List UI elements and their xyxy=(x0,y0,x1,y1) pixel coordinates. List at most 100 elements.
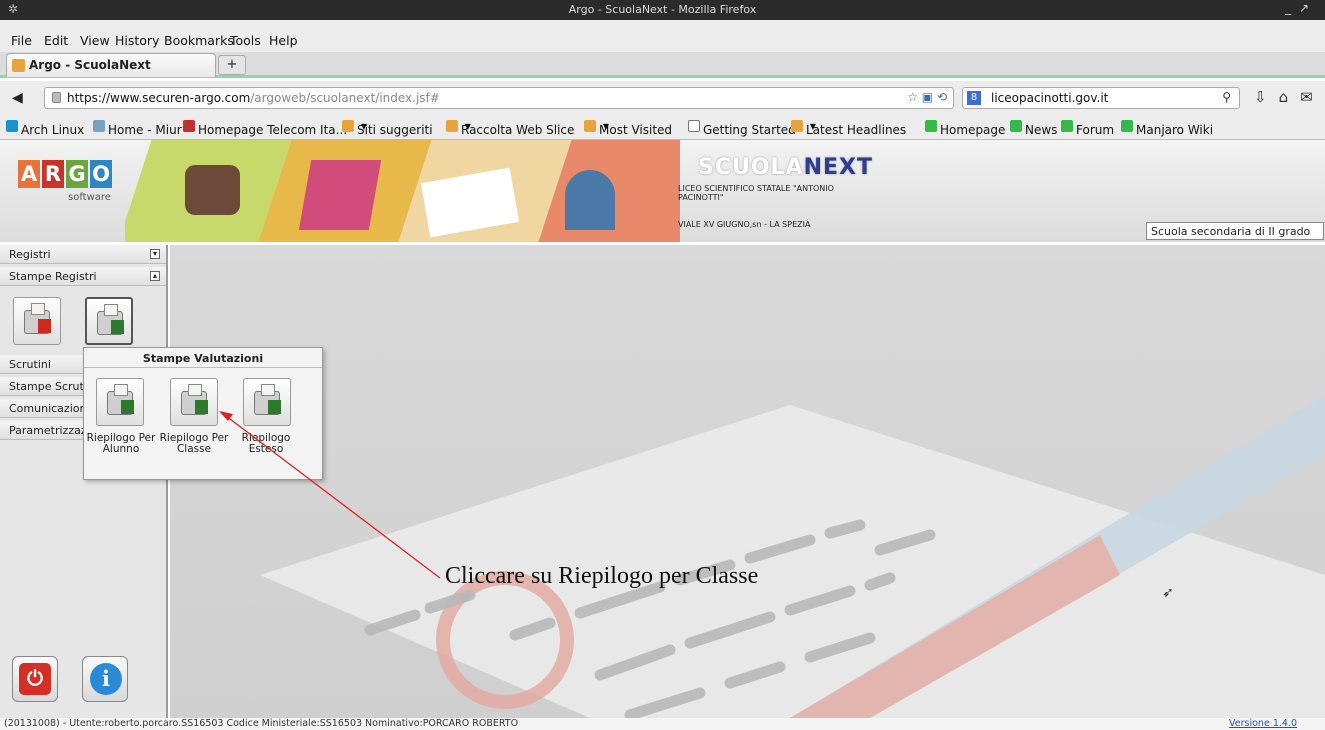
bookmark-item[interactable]: Home - Miur xyxy=(93,119,182,137)
bookmark-label: Homepage xyxy=(940,123,1006,137)
menu-edit[interactable]: Edit xyxy=(44,33,68,48)
product-name-b: NEXT xyxy=(803,155,874,180)
argo-logo: A R G O xyxy=(18,160,112,188)
window-titlebar: ✲ Argo - ScuolaNext - Mozilla Firefox _ … xyxy=(0,0,1325,20)
search-engine-icon[interactable]: 8 xyxy=(967,91,981,105)
chevron-up-icon[interactable]: ▴ xyxy=(150,271,160,281)
search-input[interactable]: 8 liceopacinotti.gov.it ⚲ xyxy=(962,87,1240,109)
stampe-valutazioni-button[interactable] xyxy=(85,297,133,345)
annotation-text: Cliccare su Riepilogo per Classe xyxy=(445,563,759,589)
bookmark-item[interactable]: Most Visited ▾ xyxy=(584,119,672,137)
menu-help[interactable]: Help xyxy=(269,33,298,48)
riepilogo-esteso-label[interactable]: Riepilogo Esteso xyxy=(231,433,301,455)
tab-argo-scuolanext[interactable]: Argo - ScuolaNext xyxy=(6,53,216,77)
version-link[interactable]: Versione 1.4.0 xyxy=(1229,718,1297,729)
sidebar-item-label: Stampe Registri xyxy=(9,270,97,283)
back-arrow-icon[interactable]: ◀ xyxy=(12,90,23,106)
sidebar-item-label: Stampe Scruti xyxy=(9,380,87,393)
sidebar-item-registri[interactable]: Registri ▾ xyxy=(0,245,166,264)
menu-tools[interactable]: Tools xyxy=(230,33,261,48)
riepilogo-per-alunno-label[interactable]: Riepilogo Per Alunno xyxy=(81,433,161,455)
main-content-area xyxy=(170,245,1325,718)
menu-file[interactable]: File xyxy=(11,33,32,48)
bookmark-item[interactable]: Siti suggeriti ▾ xyxy=(342,119,433,137)
search-icon[interactable]: ⚲ xyxy=(1222,90,1231,104)
window-controls-icon[interactable]: _ ↗ xyxy=(1285,1,1311,15)
arch-icon xyxy=(6,120,18,132)
menu-history[interactable]: History xyxy=(115,33,159,48)
sidebar-item-label: Registri xyxy=(9,248,51,261)
stampe-registri-red-button[interactable] xyxy=(13,297,61,345)
menu-bookmarks[interactable]: Bookmarks xyxy=(164,33,234,48)
page-icon xyxy=(688,120,700,132)
argo-favicon-icon xyxy=(12,59,25,72)
download-icon[interactable]: ⇩ xyxy=(1254,88,1279,106)
bookmark-item[interactable]: Homepage Telecom Ita... xyxy=(183,119,347,137)
share-icon[interactable]: ✉ xyxy=(1300,88,1325,106)
manjaro-icon xyxy=(925,120,937,132)
bookmarks-bar: Arch Linux Home - Miur Homepage Telecom … xyxy=(0,115,1325,140)
logo-letter: G xyxy=(66,160,88,188)
reload-icon[interactable]: ☆ ▣ ⟲ xyxy=(907,90,947,104)
status-bar: (20131008) - Utente:roberto.porcaro.SS16… xyxy=(0,718,1325,730)
toolbar-icons: ⇩⌂✉ xyxy=(1254,88,1325,106)
bookmark-label: Most Visited xyxy=(599,123,673,137)
lock-icon xyxy=(52,92,61,103)
riepilogo-per-alunno-button[interactable] xyxy=(96,378,144,426)
bookmark-item[interactable]: News xyxy=(1010,119,1057,137)
product-name-a: SCUOLA xyxy=(698,155,804,180)
url-bar[interactable]: https://www.securen-argo.com/argoweb/scu… xyxy=(44,87,954,109)
app-banner: A R G O software SCUOLANEXT LICEO SCIENT… xyxy=(0,140,1325,242)
sidebar-item-stampe-registri[interactable]: Stampe Registri ▴ xyxy=(0,267,166,286)
bookmark-label: Manjaro Wiki xyxy=(1136,123,1214,137)
user-status-text: (20131008) - Utente:roberto.porcaro.SS16… xyxy=(4,718,519,729)
logo-letter: O xyxy=(90,160,112,188)
bookmark-item[interactable]: Manjaro Wiki xyxy=(1121,119,1213,137)
new-tab-button[interactable]: + xyxy=(218,55,246,75)
logo-letter: A xyxy=(18,160,40,188)
printer-icon xyxy=(97,304,124,335)
miur-icon xyxy=(93,120,105,132)
bookmark-item[interactable]: Forum xyxy=(1061,119,1114,137)
search-value: liceopacinotti.gov.it xyxy=(991,91,1109,105)
rss-icon xyxy=(446,120,458,132)
bookmark-label: Latest Headlines xyxy=(806,123,907,137)
bookmark-item[interactable]: Homepage xyxy=(925,119,1005,137)
scuolanext-logo: SCUOLANEXT xyxy=(698,155,873,180)
sidebar-item-label: Scrutini xyxy=(9,358,51,371)
logo-subtitle: software xyxy=(68,192,111,203)
menu-view[interactable]: View xyxy=(80,33,110,48)
info-button[interactable]: i xyxy=(82,656,128,702)
bookmark-item[interactable]: Latest Headlines ▾ xyxy=(791,119,906,137)
bookmark-label: Homepage Telecom Ita... xyxy=(198,123,348,137)
riepilogo-per-classe-label[interactable]: Riepilogo Per Classe xyxy=(154,433,234,455)
sidebar-item-label: Comunicazioni xyxy=(9,402,90,415)
sidebar-item-label: Parametrizzazi xyxy=(9,424,90,437)
bookmark-item[interactable]: Arch Linux xyxy=(6,119,84,137)
bookmark-item[interactable]: Raccolta Web Slice ▾ xyxy=(446,119,574,137)
tab-label: Argo - ScuolaNext xyxy=(29,58,151,72)
stampe-valutazioni-popup: Stampe Valutazioni Riepilogo Per Alunno … xyxy=(83,347,323,480)
rss-icon xyxy=(791,120,803,132)
bookmark-item[interactable]: Getting Started xyxy=(688,119,796,137)
telecom-icon xyxy=(183,120,195,132)
chevron-down-icon[interactable]: ▾ xyxy=(150,249,160,259)
rss-icon xyxy=(342,120,354,132)
riepilogo-esteso-button[interactable] xyxy=(243,378,291,426)
school-grade-select[interactable]: Scuola secondaria di II grado xyxy=(1146,222,1324,240)
printer-icon xyxy=(254,384,281,415)
menu-bar: File Edit View History Bookmarks Tools H… xyxy=(0,20,1325,52)
bookmark-label: Getting Started xyxy=(703,123,796,137)
school-name: LICEO SCIENTIFICO STATALE "ANTONIO PACIN… xyxy=(678,184,834,202)
logout-button[interactable]: ⏻ xyxy=(12,656,58,702)
printer-icon xyxy=(24,303,51,334)
bookmark-label: Home - Miur xyxy=(108,123,182,137)
mouse-cursor-icon: ➶ xyxy=(1162,585,1174,601)
riepilogo-per-classe-button[interactable] xyxy=(170,378,218,426)
bookmark-label: Forum xyxy=(1076,123,1115,137)
bookmark-label: Siti suggeriti xyxy=(357,123,433,137)
logo-letter: R xyxy=(42,160,64,188)
bookmark-label: News xyxy=(1025,123,1058,137)
info-icon: i xyxy=(90,663,122,695)
home-icon[interactable]: ⌂ xyxy=(1279,88,1301,106)
